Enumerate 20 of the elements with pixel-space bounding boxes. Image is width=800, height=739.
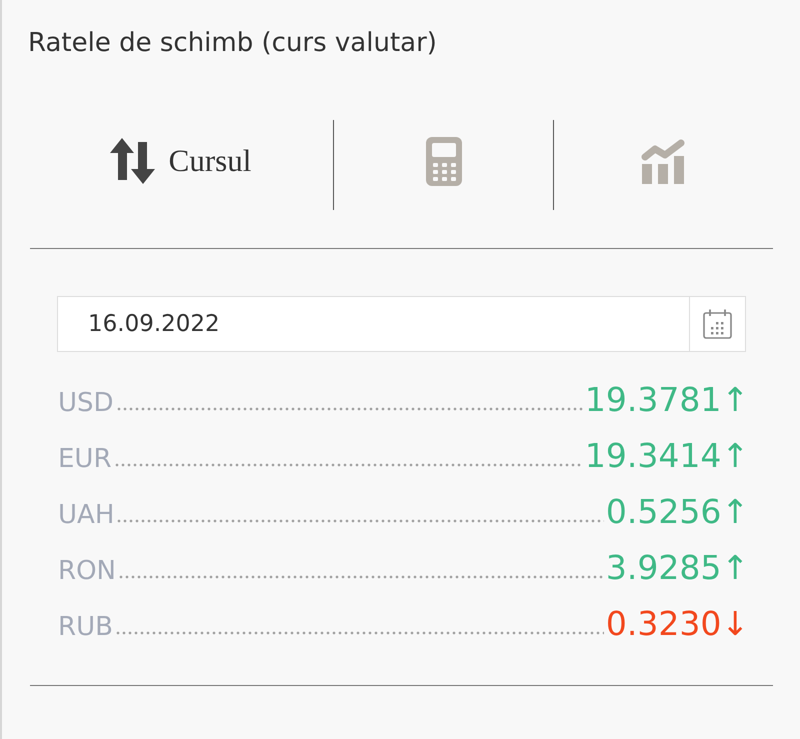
exchange-rate: 19.3781↑	[584, 379, 749, 421]
calendar-button[interactable]	[690, 296, 746, 352]
exchange-rate: 3.9285↑	[606, 547, 749, 589]
currency-code: UAH	[58, 499, 114, 531]
panel-title: Ratele de schimb (curs valutar)	[28, 27, 438, 59]
tab[interactable]	[426, 136, 462, 186]
calendar-icon	[703, 309, 732, 339]
exchange-rate: 0.5256↑	[606, 491, 749, 533]
currency-code: USD	[58, 387, 114, 419]
currency-code: RON	[58, 555, 116, 587]
calculator-icon	[426, 136, 462, 186]
chart-icon	[640, 138, 686, 184]
tab[interactable]	[640, 138, 686, 184]
up-down-arrows-icon	[110, 138, 158, 184]
currency-code: RUB	[58, 611, 113, 643]
tab[interactable]: Cursul	[110, 138, 252, 184]
exchange-rate: 19.3414↑	[584, 435, 749, 477]
currency-code: EUR	[58, 443, 112, 475]
exchange-rate: 0.3230↓	[606, 603, 749, 645]
date-field[interactable]: 16.09.2022	[57, 296, 690, 352]
